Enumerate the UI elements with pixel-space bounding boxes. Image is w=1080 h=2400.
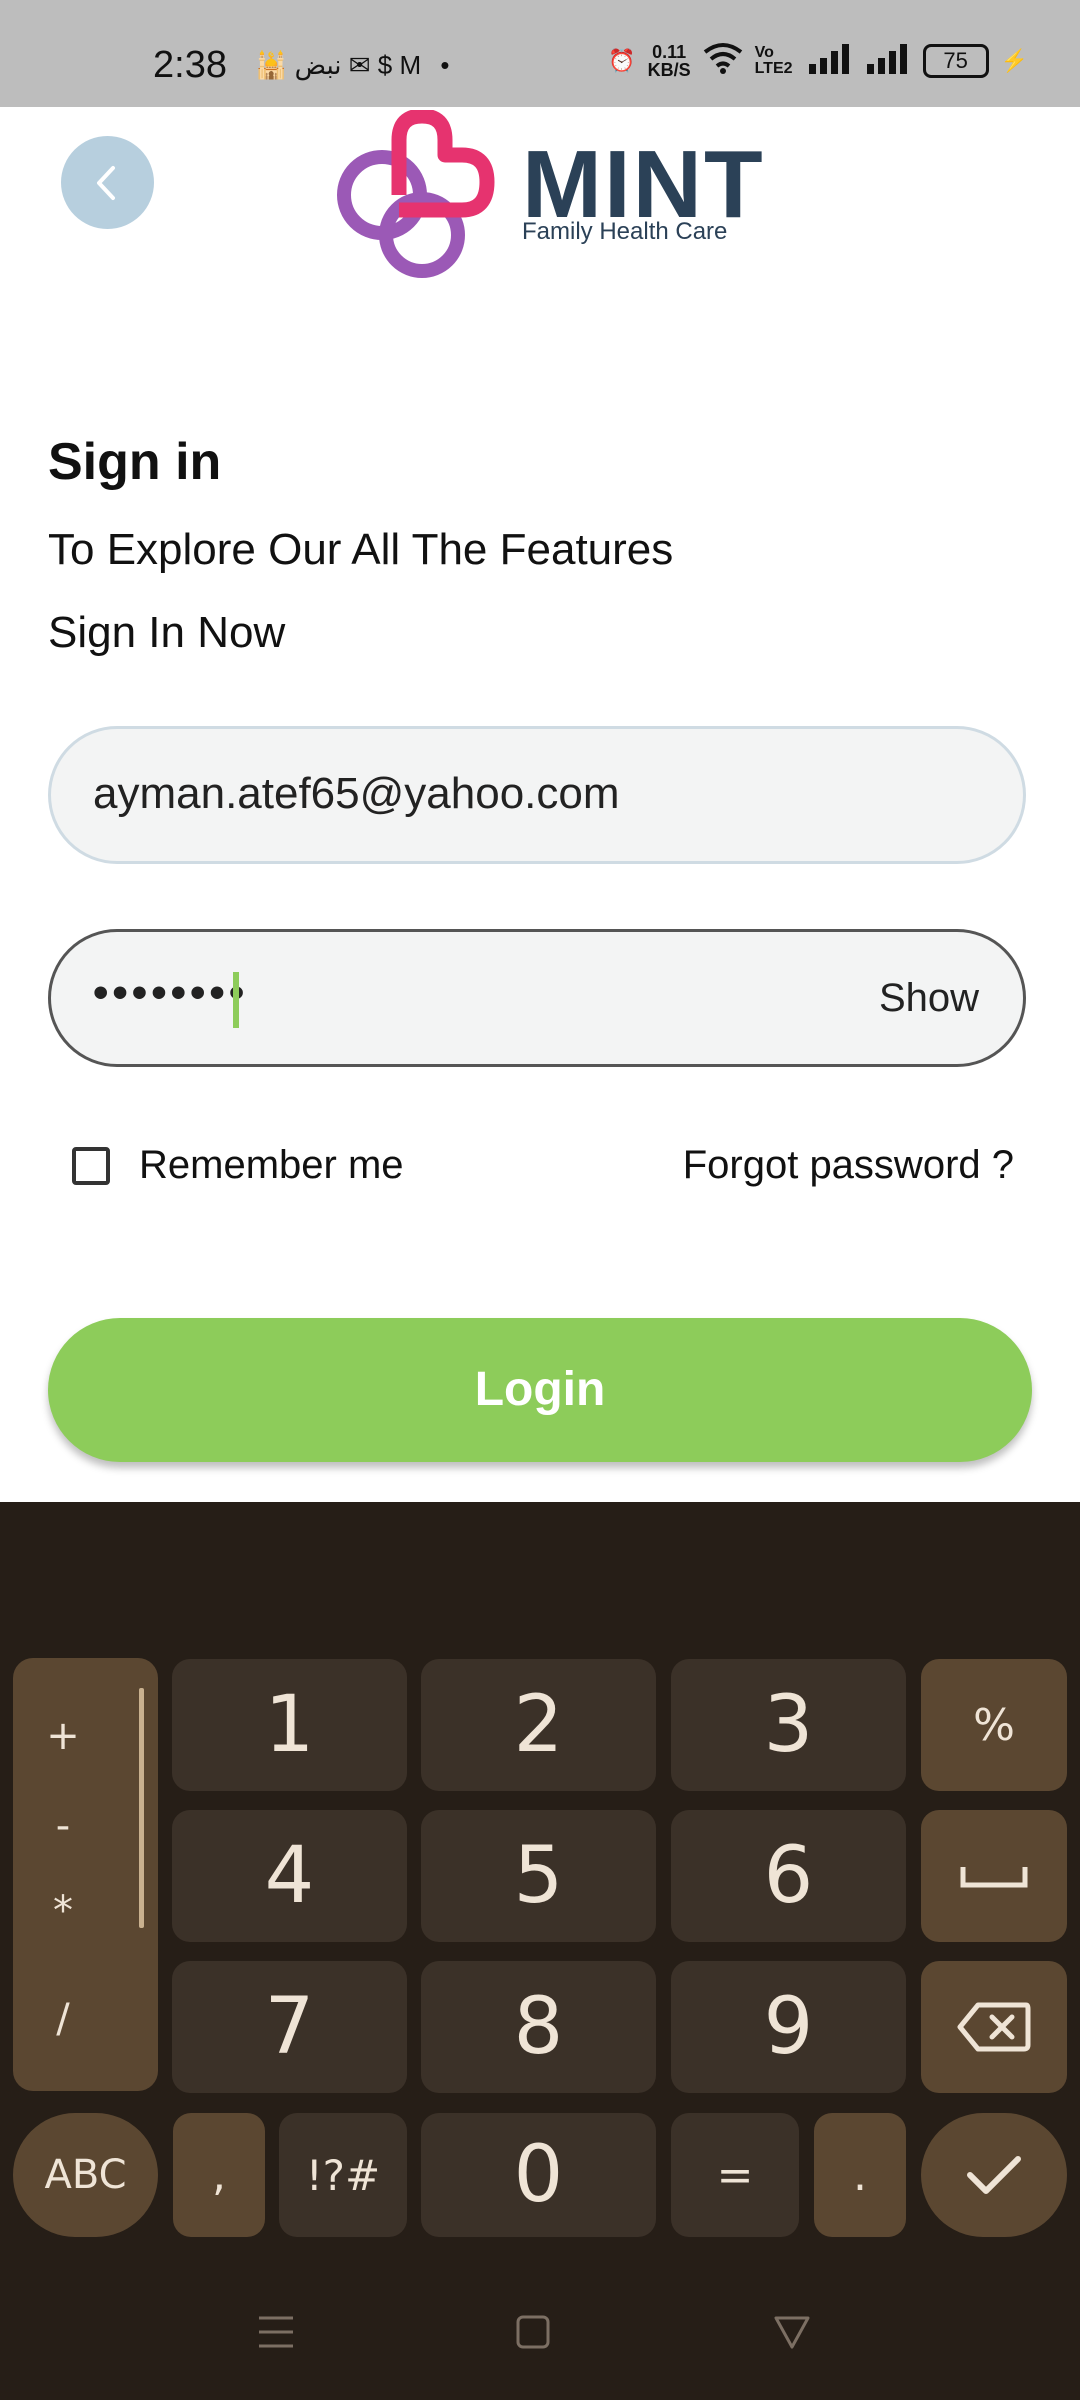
charging-icon: ⚡ [1000,48,1028,73]
chevron-left-icon [97,166,115,200]
space-icon [960,1867,1028,1888]
key-done[interactable] [921,2113,1067,2237]
signal-icon-1 [807,42,853,80]
alarm-icon: ⏰ [608,48,636,73]
backspace-icon [957,2002,1031,2052]
notification-icons: 🕌 نبض ✉ $ M • [255,50,456,80]
battery-icon: 75 [922,44,989,78]
key-divide[interactable]: / [13,1996,113,2042]
checkmark-icon [967,2156,1021,2194]
email-value: ayman.atef65@yahoo.com [93,769,620,818]
key-2[interactable]: 2 [421,1659,656,1791]
numeric-keyboard: + - * / 1 2 3 % 4 5 6 7 8 9 ABC , !?# 0 … [0,1502,1080,2400]
key-9[interactable]: 9 [671,1961,906,2093]
key-4[interactable]: 4 [172,1810,407,1942]
status-time: 2:38 [153,44,227,86]
navigation-bar [0,2270,1080,2400]
remember-me-label[interactable]: Remember me [139,1143,404,1188]
key-8[interactable]: 8 [421,1961,656,2093]
remember-me-checkbox[interactable] [72,1147,110,1185]
wifi-icon [703,42,743,80]
key-backspace[interactable] [921,1961,1067,2093]
operators-divider [139,1688,144,1928]
back-button[interactable] [61,136,154,229]
forgot-password-link[interactable]: Forgot password ? [683,1143,1014,1188]
status-bar: 2:38 🕌 نبض ✉ $ M • ⏰ 0.11 KB/S Vo LTE2 7… [0,0,1080,107]
key-symbols[interactable]: !?# [279,2113,407,2237]
page-subtitle-line1: To Explore Our All The Features [48,525,674,574]
key-6[interactable]: 6 [671,1810,906,1942]
key-minus[interactable]: - [13,1803,113,1849]
key-abc[interactable]: ABC [13,2113,158,2237]
key-0[interactable]: 0 [421,2113,656,2237]
status-right: ⏰ 0.11 KB/S Vo LTE2 75 ⚡ [608,42,1028,80]
signal-icon-2 [865,42,911,80]
password-value: •••••••• [93,968,249,1017]
key-3[interactable]: 3 [671,1659,906,1791]
back-triangle-icon[interactable] [773,2314,811,2350]
key-plus[interactable]: + [13,1713,113,1759]
volte-label: Vo LTE2 [754,44,793,77]
key-comma[interactable]: , [173,2113,265,2237]
key-5[interactable]: 5 [421,1810,656,1942]
key-equals[interactable]: = [671,2113,799,2237]
logo-tagline: Family Health Care [522,218,728,245]
key-multiply[interactable]: * [13,1888,113,1934]
key-period[interactable]: . [814,2113,906,2237]
text-cursor [233,972,239,1028]
key-percent[interactable]: % [921,1659,1067,1791]
recents-menu-icon[interactable] [257,2314,295,2350]
login-button[interactable]: Login [48,1318,1032,1462]
mint-logo: MINT Family Health Care [337,108,763,280]
page-title: Sign in [48,433,222,491]
net-speed: 0.11 KB/S [647,42,691,80]
key-7[interactable]: 7 [172,1961,407,2093]
key-space[interactable] [921,1810,1067,1942]
show-password-button[interactable]: Show [879,976,979,1021]
page-subtitle-line2: Sign In Now [48,608,286,657]
logo-mark-icon [337,108,495,278]
operators-key[interactable]: + - * / [13,1658,158,2091]
home-square-icon[interactable] [515,2314,551,2350]
key-1[interactable]: 1 [172,1659,407,1791]
password-field[interactable]: •••••••• Show [48,929,1026,1067]
email-field[interactable]: ayman.atef65@yahoo.com [48,726,1026,864]
